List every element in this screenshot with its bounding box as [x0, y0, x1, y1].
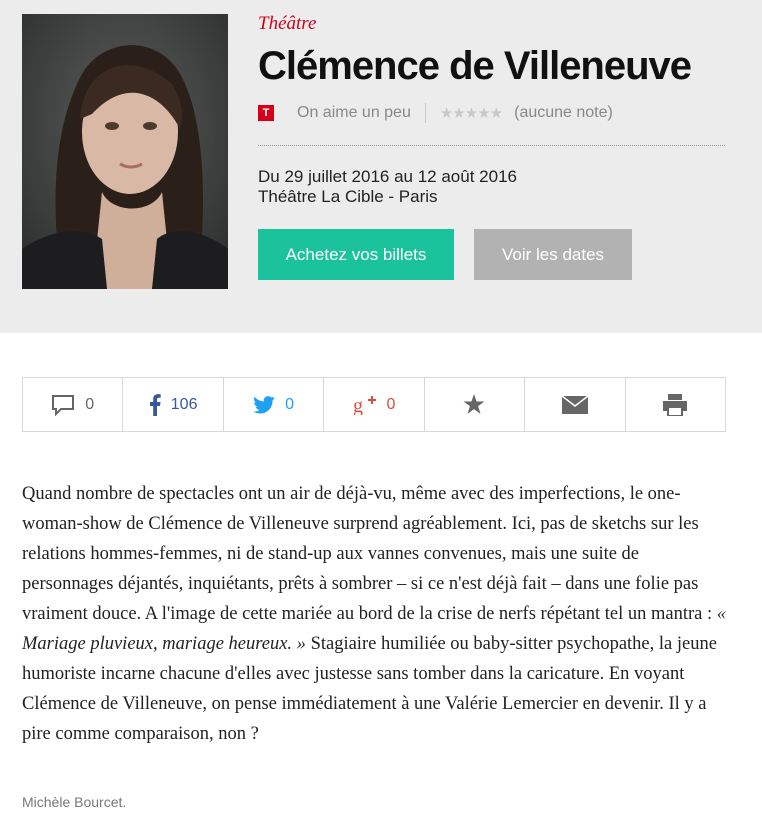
comments-button[interactable]: 0 [23, 378, 124, 431]
rating-row: T On aime un peu ★★★★★ (aucune note) [258, 101, 613, 125]
telerama-logo-icon: T [258, 105, 274, 121]
show-dates: Du 29 juillet 2016 au 12 août 2016 [258, 167, 517, 186]
googleplus-count: 0 [386, 395, 396, 413]
twitter-share-button[interactable]: 0 [224, 378, 325, 431]
print-icon [663, 393, 688, 416]
rating-divider [424, 103, 426, 123]
favorite-star-icon [463, 394, 485, 415]
reader-rating-note: (aucune note) [514, 104, 613, 121]
share-bar: 0 106 0 g 0 [22, 377, 726, 432]
critic-verdict: On aime un peu [297, 104, 411, 121]
twitter-count: 0 [285, 395, 294, 413]
favorite-button[interactable] [425, 378, 526, 431]
twitter-icon [253, 395, 275, 414]
googleplus-icon: g [353, 395, 377, 415]
reader-rating-stars-icon[interactable]: ★★★★★ [440, 104, 503, 122]
dotted-divider [258, 145, 725, 146]
facebook-share-button[interactable]: 106 [123, 378, 224, 431]
facebook-count: 106 [170, 395, 198, 413]
print-button[interactable] [626, 378, 725, 431]
comment-icon [51, 394, 75, 416]
svg-text:g: g [353, 395, 363, 415]
show-venue[interactable]: Théâtre La Cible - Paris [258, 187, 438, 207]
email-icon [561, 395, 588, 414]
category-label[interactable]: Théâtre [258, 13, 316, 35]
facebook-icon [149, 393, 161, 416]
review-author[interactable]: Michèle Bourcet. [22, 794, 126, 810]
see-dates-button[interactable]: Voir les dates [474, 229, 632, 280]
show-portrait-photo [22, 14, 228, 289]
email-button[interactable] [525, 378, 626, 431]
show-title: Clémence de Villeneuve [258, 44, 692, 88]
comments-count: 0 [85, 395, 95, 413]
review-text: Quand nombre de spectacles ont un air de… [22, 479, 726, 749]
review-text-part-1: Quand nombre de spectacles ont un air de… [22, 484, 717, 624]
googleplus-share-button[interactable]: g 0 [324, 378, 425, 431]
show-header: Théâtre Clémence de Villeneuve T On aime… [0, 0, 762, 333]
buy-tickets-button[interactable]: Achetez vos billets [258, 229, 454, 280]
